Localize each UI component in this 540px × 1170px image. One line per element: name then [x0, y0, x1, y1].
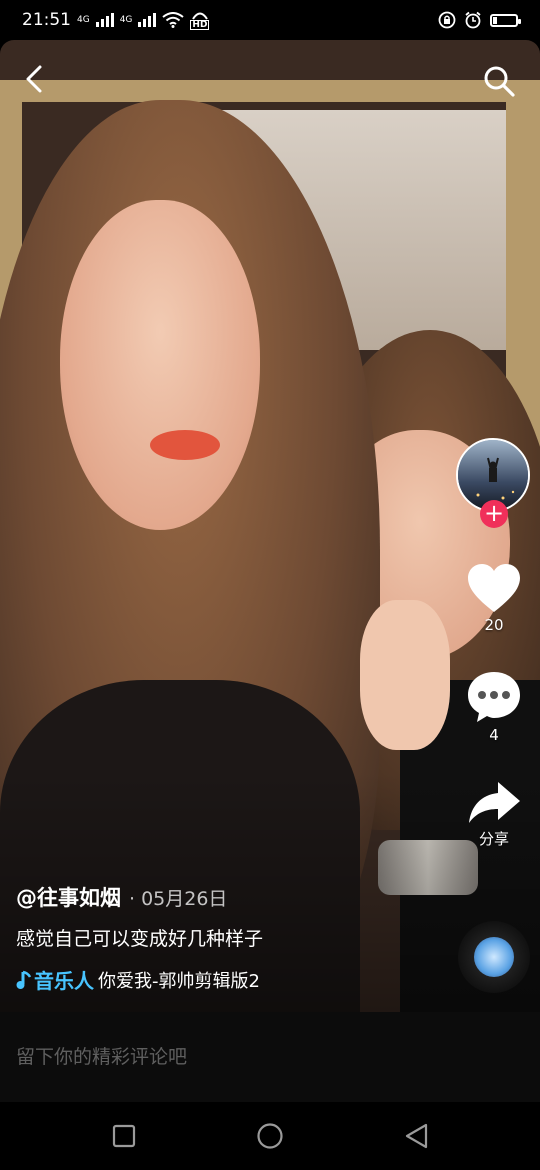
- video-caption: @往事如烟 · 05月26日 感觉自己可以变成好几种样子: [16, 882, 446, 951]
- music-row[interactable]: 音乐人 你爱我-郭帅剪辑版2: [16, 965, 260, 994]
- author-row: @往事如烟 · 05月26日: [16, 882, 446, 912]
- hand-gesture: [360, 600, 450, 750]
- music-tag-label: 音乐人: [34, 969, 94, 993]
- like-button[interactable]: 20: [454, 562, 534, 634]
- hd-label: HD: [190, 19, 210, 30]
- status-bar: 21:51 4G 4G HD: [0, 0, 540, 40]
- alarm-lock-icon: [438, 11, 456, 29]
- person-left-face: [60, 200, 260, 530]
- comment-bubble-icon: [468, 672, 520, 722]
- home-circle-icon[interactable]: [256, 1122, 284, 1150]
- hd-voice-icon: HD: [190, 11, 210, 30]
- share-button[interactable]: 分享: [454, 780, 534, 849]
- wifi-icon: [162, 12, 185, 28]
- like-count: 20: [484, 616, 504, 634]
- battery-icon: [490, 13, 521, 27]
- comment-button[interactable]: 4: [454, 670, 534, 744]
- navigation-bar: [0, 1102, 540, 1170]
- music-title: 你爱我-郭帅剪辑版2: [98, 970, 260, 992]
- author-name[interactable]: @往事如烟: [16, 886, 121, 910]
- post-date: · 05月26日: [129, 888, 228, 910]
- share-label: 分享: [478, 830, 509, 848]
- battery-level: [493, 16, 498, 24]
- video-player[interactable]: [0, 40, 540, 1012]
- hd-phone-glyph: [192, 12, 208, 20]
- search-icon[interactable]: [482, 64, 516, 98]
- status-time: 21:51: [22, 10, 71, 30]
- follow-button[interactable]: +: [480, 500, 508, 528]
- signal-icon: [95, 13, 114, 27]
- video-description: 感觉自己可以变成好几种样子: [16, 928, 264, 950]
- recents-square-icon[interactable]: [110, 1122, 138, 1150]
- network-label-2: 4G: [119, 15, 133, 25]
- music-disc-cover: [474, 937, 514, 977]
- signal-icon: [138, 13, 157, 27]
- status-right: [438, 11, 521, 29]
- back-triangle-icon[interactable]: [402, 1122, 430, 1150]
- music-disc[interactable]: [458, 921, 530, 993]
- network-label-1: 4G: [77, 15, 90, 25]
- music-tag[interactable]: 音乐人: [16, 965, 94, 994]
- alarm-clock-icon: [465, 11, 481, 29]
- back-arrow-icon[interactable]: [22, 64, 48, 94]
- share-arrow-icon: [469, 782, 520, 823]
- comment-count: 4: [489, 726, 499, 744]
- heart-icon: [468, 564, 520, 612]
- person-left-lips: [150, 430, 220, 460]
- video-frame-image: [0, 40, 540, 1012]
- music-note-icon: [16, 970, 32, 989]
- comment-bar[interactable]: 留下你的精彩评论吧: [0, 1012, 540, 1102]
- comment-input[interactable]: 留下你的精彩评论吧: [16, 1042, 187, 1069]
- status-left: 21:51 4G 4G HD: [22, 10, 210, 30]
